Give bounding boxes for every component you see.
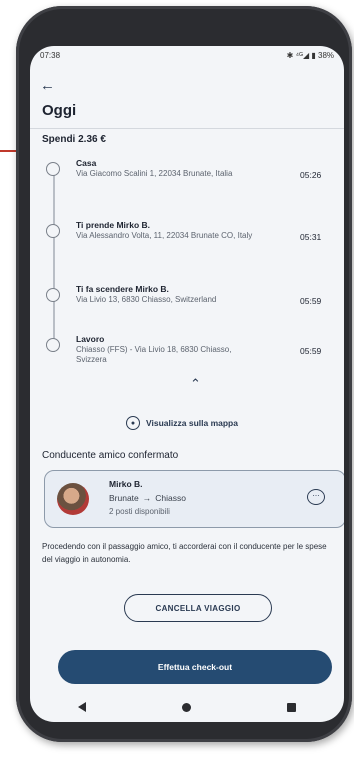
view-map-link[interactable]: ● Visualizza sulla mappa xyxy=(126,416,238,430)
nav-back-icon[interactable] xyxy=(78,702,86,712)
driver-section-title: Conducente amico confermato xyxy=(42,450,179,461)
cancel-trip-button[interactable]: CANCELLA VIAGGIO xyxy=(124,594,272,622)
route-timeline xyxy=(53,172,55,352)
driver-card[interactable]: Mirko B. Brunate → Chiasso 2 posti dispo… xyxy=(44,470,344,528)
status-indicators: ✱ ⁴ᴳ◢ ▮ 38% xyxy=(286,50,334,60)
app-screen: 07:38 ✱ ⁴ᴳ◢ ▮ 38% ← Oggi Spendi 2.36 € C… xyxy=(30,46,344,722)
carpool-notice: Procedendo con il passaggio amico, ti ac… xyxy=(42,542,327,564)
avatar xyxy=(57,483,89,515)
stop-name: Casa xyxy=(76,158,97,168)
nav-home-icon[interactable] xyxy=(182,702,191,712)
checkout-button[interactable]: Effettua check-out xyxy=(58,650,332,684)
stop-address: Via Livio 13, 6830 Chiasso, Switzerland xyxy=(76,295,217,304)
stop-dot-icon xyxy=(46,338,60,352)
stop-address: Via Giacomo Scalini 1, 22034 Brunate, It… xyxy=(76,169,233,178)
view-map-label: Visualizza sulla mappa xyxy=(146,418,238,428)
stop-address: Via Alessandro Volta, 11, 22034 Brunate … xyxy=(76,231,253,240)
stop-name: Ti fa scendere Mirko B. xyxy=(76,284,169,294)
arrow-right-icon: → xyxy=(142,493,152,503)
stop-address: Chiasso (FFS) - Via Livio 18, 6830 Chias… xyxy=(76,345,232,364)
arrow-left-icon: ← xyxy=(40,77,55,94)
chat-icon[interactable]: ⋯ xyxy=(307,489,325,505)
stop-time: 05:31 xyxy=(300,232,322,242)
driver-name: Mirko B. xyxy=(109,479,143,489)
stop-dot-icon xyxy=(46,288,60,302)
status-bar: 07:38 ✱ ⁴ᴳ◢ ▮ 38% xyxy=(30,46,344,64)
header-divider xyxy=(30,128,344,129)
stop-time: 05:26 xyxy=(300,170,322,180)
status-time: 07:38 xyxy=(40,50,61,60)
driver-route: Brunate → Chiasso xyxy=(109,493,186,503)
page-title: Oggi xyxy=(42,102,77,119)
collapse-button[interactable]: ⌃ xyxy=(190,376,201,392)
back-button[interactable]: ← xyxy=(40,78,55,93)
stop-dot-icon xyxy=(46,224,60,238)
chevron-up-icon: ⌃ xyxy=(190,376,201,391)
route-to: Chiasso xyxy=(155,493,186,503)
stop-time: 05:59 xyxy=(300,346,322,356)
route-from: Brunate xyxy=(109,493,139,503)
stop-name: Lavoro xyxy=(76,334,105,344)
seats-available: 2 posti disponibili xyxy=(109,507,170,516)
stop-dot-icon xyxy=(46,162,60,176)
stop-name: Ti prende Mirko B. xyxy=(76,220,150,230)
trip-cost: Spendi 2.36 € xyxy=(42,134,106,145)
nav-recents-icon[interactable] xyxy=(287,702,296,712)
system-nav-bar xyxy=(30,692,344,722)
map-pin-icon: ● xyxy=(126,416,140,430)
stop-time: 05:59 xyxy=(300,296,322,306)
